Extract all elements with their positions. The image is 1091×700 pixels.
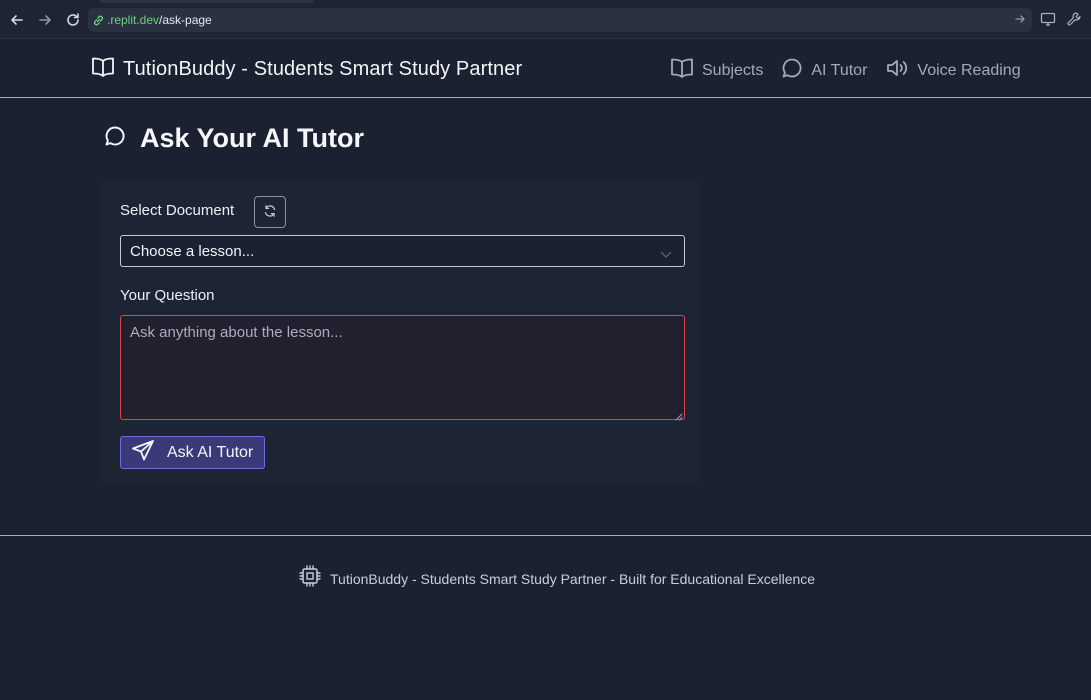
nav-item-ai-tutor[interactable]: AI Tutor <box>781 57 867 84</box>
site-footer: TutionBuddy - Students Smart Study Partn… <box>0 535 1091 700</box>
chip-icon <box>298 564 322 593</box>
page-heading: Ask Your AI Tutor <box>104 123 364 154</box>
page-title: Ask Your AI Tutor <box>140 123 365 153</box>
send-icon <box>131 439 155 466</box>
chevron-down-icon <box>660 246 672 263</box>
nav-item-label: Subjects <box>702 61 764 79</box>
book-open-icon <box>91 56 115 83</box>
chat-bubble-icon <box>104 125 126 152</box>
active-tab-edge[interactable] <box>100 0 314 3</box>
document-label: Select Document <box>120 202 235 219</box>
question-label: Your Question <box>120 287 215 304</box>
screen-icon[interactable] <box>1040 11 1056 27</box>
refresh-icon <box>263 204 277 221</box>
go-arrow-icon[interactable] <box>1014 13 1026 28</box>
question-textarea[interactable] <box>120 315 685 420</box>
ask-ai-tutor-button[interactable]: Ask AI Tutor <box>120 436 265 469</box>
link-icon <box>92 14 105 27</box>
wrench-icon[interactable] <box>1066 11 1082 27</box>
book-open-icon <box>670 57 694 84</box>
document-select-value: Choose a lesson... <box>130 242 255 260</box>
browser-toolbar: .replit.dev/ask-page <box>0 0 1091 39</box>
nav-item-label: AI Tutor <box>811 61 868 79</box>
brand-link[interactable]: TutionBuddy - Students Smart Study Partn… <box>91 56 522 83</box>
brand-title: TutionBuddy - Students Smart Study Partn… <box>123 58 523 80</box>
resize-handle-icon[interactable] <box>674 408 683 426</box>
reload-icon[interactable] <box>63 10 83 30</box>
main-nav: Subjects AI Tutor Voice Reading <box>670 57 1021 84</box>
chat-bubble-icon <box>781 57 803 84</box>
forward-icon[interactable] <box>35 10 55 30</box>
ask-ai-tutor-label: Ask AI Tutor <box>167 443 254 461</box>
nav-item-voice-reading[interactable]: Voice Reading <box>885 57 1021 84</box>
speaker-icon <box>885 57 909 84</box>
footer-text: TutionBuddy - Students Smart Study Partn… <box>330 570 816 587</box>
nav-item-label: Voice Reading <box>917 61 1021 79</box>
refresh-documents-button[interactable] <box>254 196 286 228</box>
url-domain: .replit.dev <box>107 13 160 27</box>
footer-content: TutionBuddy - Students Smart Study Partn… <box>298 564 815 593</box>
url-bar[interactable]: .replit.dev/ask-page <box>88 8 1032 32</box>
document-select[interactable]: Choose a lesson... <box>120 235 685 267</box>
url-path: /ask-page <box>159 13 212 27</box>
nav-item-subjects[interactable]: Subjects <box>670 57 763 84</box>
back-icon[interactable] <box>7 10 27 30</box>
site-header: TutionBuddy - Students Smart Study Partn… <box>0 39 1091 98</box>
